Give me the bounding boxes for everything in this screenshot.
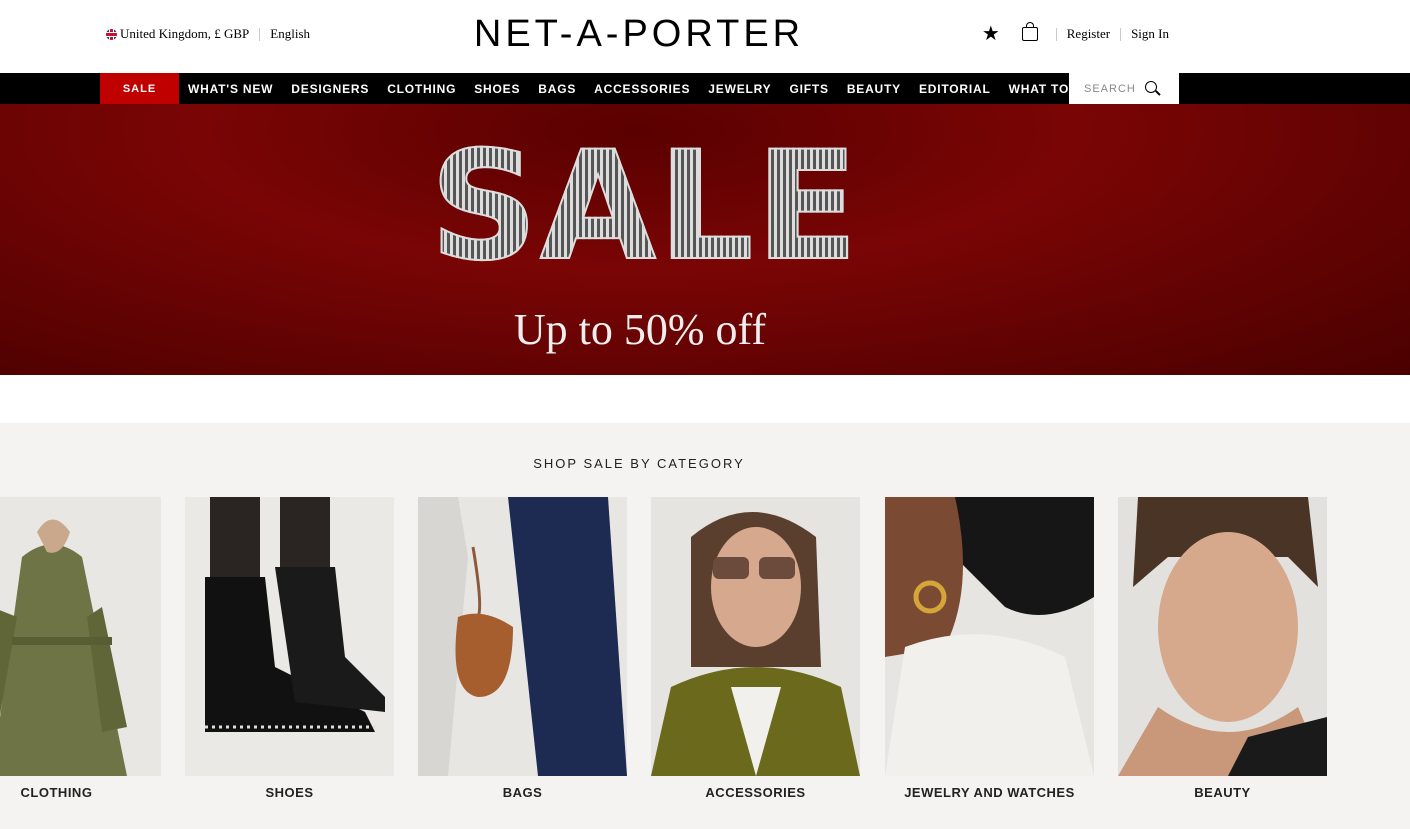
category-card-accessories[interactable] [651,497,860,776]
nav-item-clothing[interactable]: CLOTHING [387,82,456,96]
category-card-shoes[interactable] [185,497,394,776]
accessories-image [651,497,860,776]
country-currency[interactable]: United Kingdom, £ GBP [120,26,249,42]
divider [1055,27,1057,41]
nav-item-bags[interactable]: BAGS [538,82,576,96]
sign-in-link[interactable]: Sign In [1131,26,1169,42]
category-label-shoes[interactable]: SHOES [185,785,394,800]
language-selector[interactable]: English [270,26,310,42]
shopping-bag-icon[interactable] [1021,22,1038,41]
shoes-image [185,497,394,776]
category-label-jewelry-and-watches[interactable]: JEWELRY AND WATCHES [885,785,1094,800]
search-input[interactable]: SEARCH [1084,83,1136,95]
nav-items: WHAT'S NEW DESIGNERS CLOTHING SHOES BAGS… [188,73,1131,104]
nav-item-accessories[interactable]: ACCESSORIES [594,82,690,96]
jewelry-image [885,497,1094,776]
top-bar: United Kingdom, £ GBP English NET-A-PORT… [0,0,1410,73]
search-icon[interactable] [1145,81,1157,93]
hero-subtitle: Up to 50% off [513,305,767,354]
nav-item-sale[interactable]: SALE [100,73,179,104]
nav-item-shoes[interactable]: SHOES [474,82,520,96]
nav-item-editorial[interactable]: EDITORIAL [919,82,991,96]
category-card-jewelry[interactable] [885,497,1094,776]
nav-item-gifts[interactable]: GIFTS [789,82,828,96]
nav-item-designers[interactable]: DESIGNERS [291,82,369,96]
divider [259,27,261,41]
account-links: ★ Register Sign In [982,22,1169,44]
clothing-image [0,497,161,776]
category-label-clothing[interactable]: CLOTHING [0,785,161,800]
locale-selector[interactable]: United Kingdom, £ GBP English [106,26,310,42]
register-link[interactable]: Register [1067,26,1110,42]
divider [1120,27,1122,41]
category-label-accessories[interactable]: ACCESSORIES [651,785,860,800]
main-navigation: SALE WHAT'S NEW DESIGNERS CLOTHING SHOES… [0,73,1410,104]
category-label-bags[interactable]: BAGS [418,785,627,800]
category-section-title: SHOP SALE BY CATEGORY [533,456,745,471]
nav-item-jewelry[interactable]: JEWELRY [708,82,771,96]
wishlist-star-icon[interactable]: ★ [982,24,1000,44]
uk-flag-icon [106,28,117,40]
nav-item-whats-new[interactable]: WHAT'S NEW [188,82,273,96]
hero-title: SALE [420,131,870,283]
category-card-clothing[interactable] [0,497,161,776]
bags-image [418,497,627,776]
category-card-bags[interactable] [418,497,627,776]
brand-logo[interactable]: NET-A-PORTER [456,14,822,54]
nav-item-beauty[interactable]: BEAUTY [847,82,901,96]
search-box[interactable]: SEARCH [1069,73,1179,104]
sale-hero-banner[interactable]: SALE Up to 50% off [0,104,1410,375]
shop-by-category: SHOP SALE BY CATEGORY CLOTHING SHOES BAG… [0,423,1410,829]
category-card-beauty[interactable] [1118,497,1327,776]
category-label-beauty[interactable]: BEAUTY [1118,785,1327,800]
beauty-image [1118,497,1327,776]
